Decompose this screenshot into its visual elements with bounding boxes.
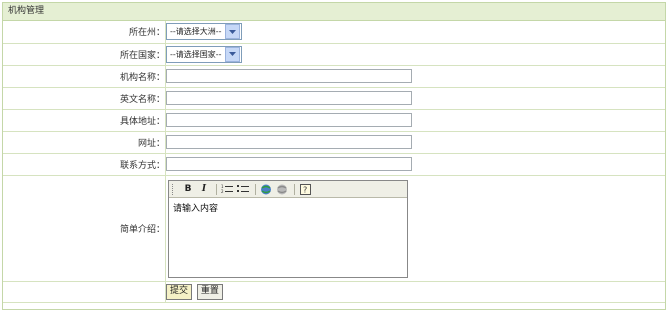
italic-icon[interactable]: I bbox=[197, 183, 211, 195]
editor-toolbar: B I 12 ? bbox=[169, 181, 407, 198]
org-form: 所在州： --请选择大洲-- 所在国家： --请选择国家-- 机构名称： 英文名… bbox=[3, 21, 665, 303]
country-row: 所在国家： --请选择国家-- bbox=[3, 42, 665, 66]
svg-text:?: ? bbox=[303, 185, 307, 194]
unlink-icon[interactable] bbox=[275, 183, 289, 195]
continent-select-value: --请选择大洲-- bbox=[170, 27, 222, 37]
contact-label: 联系方式： bbox=[3, 152, 166, 176]
name-cn-label: 机构名称： bbox=[3, 64, 166, 88]
insert-link-icon[interactable] bbox=[259, 183, 273, 195]
website-input[interactable] bbox=[166, 135, 412, 149]
website-label: 网址： bbox=[3, 130, 166, 154]
name-cn-row: 机构名称： bbox=[3, 64, 665, 88]
toolbar-separator bbox=[216, 183, 217, 195]
contact-row: 联系方式： bbox=[3, 152, 665, 176]
submit-button[interactable]: 提交 bbox=[166, 283, 193, 300]
help-icon[interactable]: ? bbox=[298, 183, 312, 195]
bold-icon[interactable]: B bbox=[181, 183, 195, 195]
address-row: 具体地址： bbox=[3, 108, 665, 132]
chevron-down-icon[interactable] bbox=[224, 46, 240, 62]
button-row: 提交 重置 bbox=[3, 280, 665, 303]
ordered-list-icon[interactable]: 12 bbox=[220, 183, 234, 195]
continent-select[interactable]: --请选择大洲-- bbox=[166, 23, 242, 41]
address-label: 具体地址： bbox=[3, 108, 166, 132]
editor-content[interactable]: 请输入内容 bbox=[169, 198, 407, 217]
name-en-input[interactable] bbox=[166, 91, 412, 105]
name-cn-input[interactable] bbox=[166, 69, 412, 83]
svg-text:2: 2 bbox=[221, 189, 224, 194]
address-input[interactable] bbox=[166, 113, 412, 127]
intro-row: 简单介绍： B I 12 ? 请输入内容 bbox=[3, 174, 665, 282]
rich-text-editor: B I 12 ? 请输入内容 bbox=[168, 180, 408, 278]
intro-label: 简单介绍： bbox=[3, 174, 166, 282]
contact-input[interactable] bbox=[166, 157, 412, 171]
website-row: 网址： bbox=[3, 130, 665, 154]
toolbar-drag-handle[interactable] bbox=[172, 183, 175, 195]
toolbar-separator bbox=[255, 183, 256, 195]
country-label: 所在国家： bbox=[3, 42, 166, 66]
org-management-panel: 机构管理 所在州： --请选择大洲-- 所在国家： --请选择国家-- 机构名称… bbox=[2, 2, 666, 310]
name-en-row: 英文名称： bbox=[3, 86, 665, 110]
country-select-value: --请选择国家-- bbox=[170, 49, 222, 59]
name-en-label: 英文名称： bbox=[3, 86, 166, 110]
continent-label: 所在州： bbox=[3, 21, 166, 44]
toolbar-separator bbox=[294, 183, 295, 195]
panel-title: 机构管理 bbox=[3, 3, 665, 21]
unordered-list-icon[interactable] bbox=[236, 183, 250, 195]
continent-row: 所在州： --请选择大洲-- bbox=[3, 21, 665, 44]
chevron-down-icon[interactable] bbox=[224, 24, 240, 40]
reset-button[interactable]: 重置 bbox=[196, 283, 223, 300]
country-select[interactable]: --请选择国家-- bbox=[166, 45, 242, 63]
